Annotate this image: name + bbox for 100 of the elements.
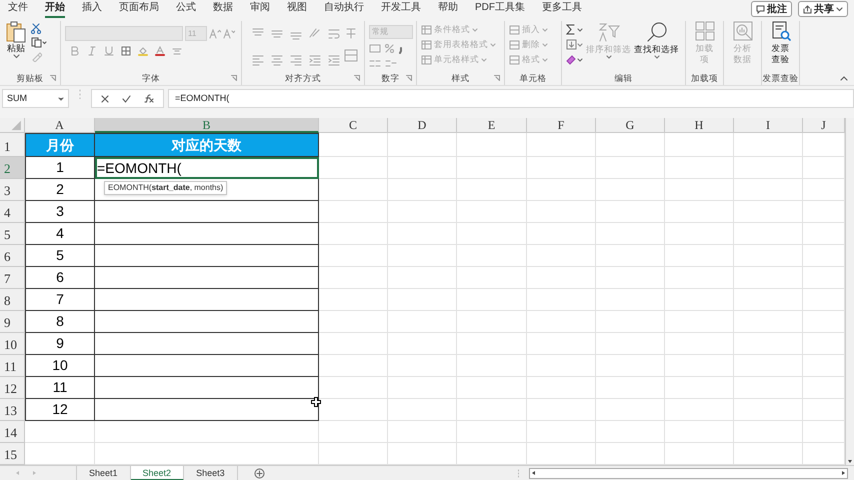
horizontal-scrollbar[interactable] — [528, 468, 848, 478]
menu-tab[interactable]: 更多工具 — [542, 0, 582, 18]
dialog-launcher-icon[interactable] — [50, 75, 56, 81]
row-header[interactable]: 12 — [0, 377, 25, 399]
menu-tab[interactable]: 自动执行 — [324, 0, 364, 18]
row-header[interactable]: 11 — [0, 355, 25, 377]
row-header[interactable]: 5 — [0, 223, 25, 245]
menu-tab[interactable]: PDF工具集 — [475, 0, 525, 18]
wrap-text-icon[interactable] — [327, 27, 341, 40]
copy-icon[interactable] — [31, 37, 47, 48]
orientation-icon[interactable] — [308, 27, 322, 40]
menu-tab[interactable]: 数据 — [213, 0, 233, 18]
sheet-tab[interactable]: Sheet3 — [184, 466, 238, 480]
menu-tab[interactable]: 视图 — [287, 0, 307, 18]
column-header[interactable]: A — [25, 118, 95, 133]
phonetic-icon[interactable] — [172, 46, 182, 56]
cut-icon[interactable] — [31, 23, 41, 34]
row-header[interactable]: 4 — [0, 201, 25, 223]
drag-handle-icon[interactable] — [78, 89, 82, 99]
share-button[interactable]: 共享 — [798, 1, 848, 17]
empty-cell[interactable] — [95, 289, 319, 311]
empty-cell[interactable] — [95, 201, 319, 223]
row-header[interactable]: 2 — [0, 157, 25, 179]
row-header[interactable]: 1 — [0, 133, 25, 157]
center-icon[interactable] — [270, 54, 284, 66]
align-left-icon[interactable] — [251, 54, 265, 66]
column-header[interactable]: C — [319, 118, 388, 133]
decrease-indent-icon[interactable] — [308, 54, 322, 66]
row-header[interactable]: 14 — [0, 421, 25, 443]
row-header[interactable]: 15 — [0, 443, 25, 465]
dialog-launcher-icon[interactable] — [354, 75, 360, 81]
row-header[interactable]: 13 — [0, 399, 25, 421]
borders-icon[interactable] — [121, 46, 131, 56]
font-name-field[interactable] — [65, 26, 183, 41]
empty-cell[interactable] — [95, 377, 319, 399]
enter-icon[interactable] — [122, 94, 131, 102]
active-cell[interactable]: =EOMONTH( — [95, 157, 319, 179]
row-header[interactable]: 7 — [0, 267, 25, 289]
row-header[interactable]: 9 — [0, 311, 25, 333]
column-header[interactable]: D — [388, 118, 457, 133]
decrease-decimal-icon[interactable] — [385, 58, 397, 68]
fill-color-icon[interactable] — [138, 46, 148, 56]
menu-tab[interactable]: 审阅 — [250, 0, 270, 18]
column-header[interactable]: H — [665, 118, 734, 133]
add-sheet-icon[interactable] — [254, 468, 265, 478]
bold-icon[interactable] — [70, 46, 80, 56]
menu-tab[interactable]: 帮助 — [438, 0, 458, 18]
accounting-icon[interactable] — [369, 43, 381, 54]
italic-icon[interactable] — [87, 46, 97, 56]
empty-cell[interactable] — [95, 223, 319, 245]
menu-tab[interactable]: 文件 — [8, 0, 28, 18]
name-box[interactable]: SUM — [2, 89, 69, 108]
percent-icon[interactable] — [384, 43, 395, 54]
formula-input[interactable]: =EOMONTH( — [168, 89, 854, 108]
empty-cell[interactable] — [95, 311, 319, 333]
empty-cell[interactable] — [95, 333, 319, 355]
column-header[interactable]: F — [527, 118, 596, 133]
increase-font-icon[interactable] — [209, 28, 221, 38]
autosum-icon[interactable] — [566, 24, 583, 35]
next-sheet-icon[interactable] — [30, 469, 38, 477]
align-right-icon[interactable] — [289, 54, 303, 66]
dialog-launcher-icon[interactable] — [494, 75, 500, 81]
increase-decimal-icon[interactable] — [369, 58, 381, 68]
decrease-font-icon[interactable] — [223, 28, 235, 38]
dialog-launcher-icon[interactable] — [406, 75, 412, 81]
dialog-launcher-icon[interactable] — [231, 75, 237, 81]
menu-tab[interactable]: 公式 — [176, 0, 196, 18]
find-select-button[interactable]: 查找和选择 — [634, 21, 679, 71]
empty-cell[interactable] — [95, 355, 319, 377]
collapse-ribbon-icon[interactable] — [840, 76, 848, 81]
font-color-icon[interactable] — [155, 46, 165, 56]
column-header[interactable]: J — [803, 118, 845, 133]
comment-button[interactable]: 批注 — [751, 1, 792, 17]
row-header[interactable]: 3 — [0, 179, 25, 201]
row-header[interactable]: 10 — [0, 333, 25, 355]
eraser-icon[interactable] — [566, 54, 583, 65]
select-all-icon[interactable] — [0, 118, 25, 133]
menu-tab[interactable]: 页面布局 — [119, 0, 159, 18]
row-header[interactable]: 8 — [0, 289, 25, 311]
previous-sheet-icon[interactable] — [14, 469, 22, 477]
menu-tab[interactable]: 插入 — [82, 0, 102, 18]
menu-tab[interactable]: 开发工具 — [381, 0, 421, 18]
paste-button[interactable]: 粘贴 — [4, 21, 28, 71]
cancel-icon[interactable] — [101, 94, 109, 102]
merge-center-icon[interactable] — [344, 49, 358, 62]
drag-handle-icon[interactable] — [516, 468, 520, 478]
column-header[interactable]: G — [596, 118, 665, 133]
invoice-check-button[interactable]: 发票查验 — [768, 21, 794, 71]
underline-icon[interactable] — [104, 46, 114, 56]
scroll-left-icon[interactable] — [530, 469, 538, 477]
vertical-scrollbar[interactable] — [845, 118, 854, 465]
empty-cell[interactable] — [95, 267, 319, 289]
increase-indent-icon[interactable] — [327, 54, 341, 66]
column-header[interactable]: I — [734, 118, 803, 133]
insert-function-icon[interactable] — [144, 94, 154, 103]
column-header[interactable]: B — [95, 118, 319, 133]
text-direction-icon[interactable] — [344, 27, 358, 40]
sheet-tab[interactable]: Sheet2 — [130, 466, 184, 480]
empty-cell[interactable] — [95, 245, 319, 267]
column-header[interactable]: E — [457, 118, 527, 133]
